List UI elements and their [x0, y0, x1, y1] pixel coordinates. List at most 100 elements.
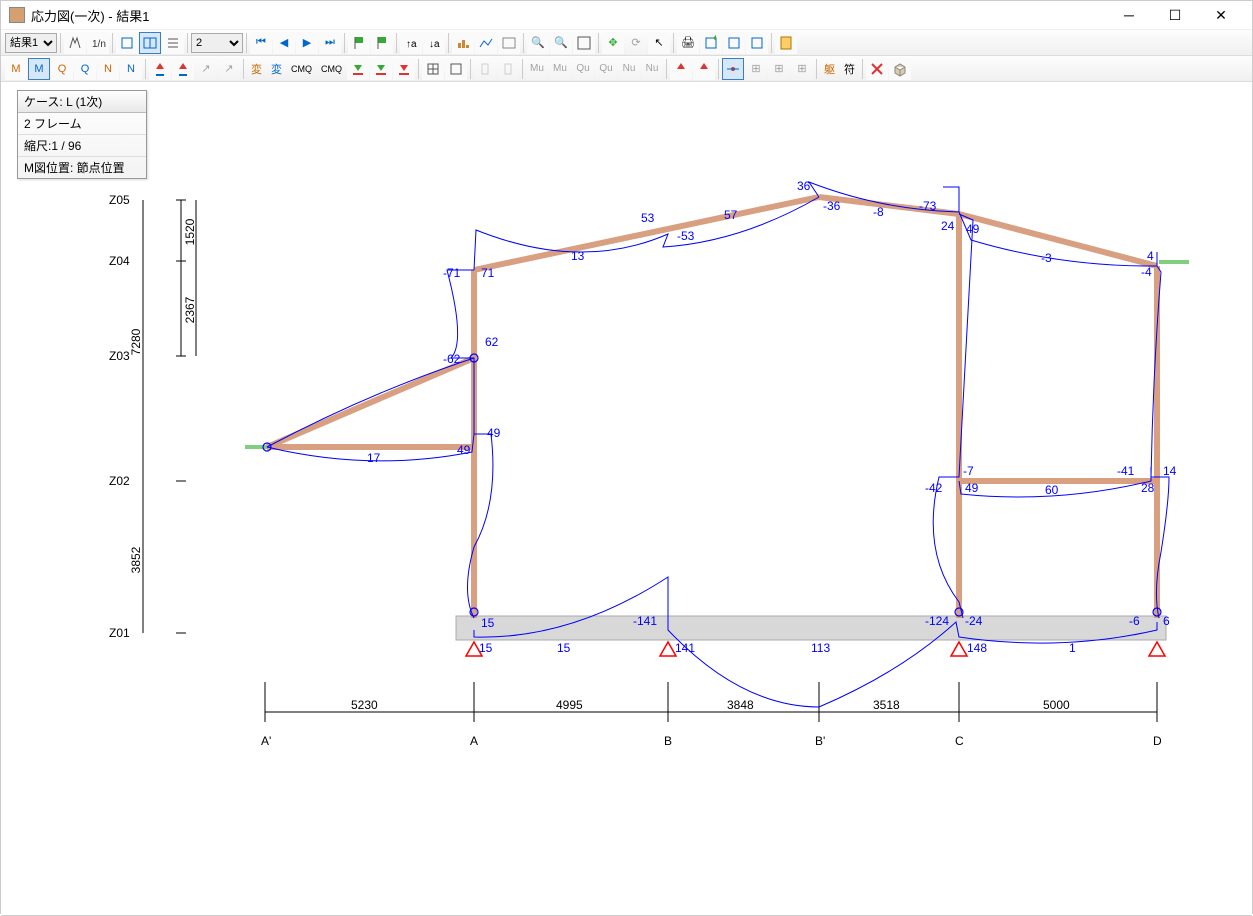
svg-text:71: 71 [481, 266, 495, 280]
btn-cmq2[interactable]: CMQ [317, 58, 346, 80]
zoom-in-icon[interactable]: 🔍 [550, 32, 572, 54]
svg-text:Z04: Z04 [109, 254, 130, 268]
misc1-icon[interactable]: ⊞ [745, 58, 767, 80]
arrow1-icon[interactable]: ↗ [195, 58, 217, 80]
tool-list-icon[interactable] [162, 32, 184, 54]
members [267, 197, 1157, 618]
load1-icon[interactable] [347, 58, 369, 80]
btn-sign[interactable]: 符 [840, 58, 859, 80]
maximize-button[interactable]: ☐ [1152, 1, 1198, 29]
flag-green2-icon[interactable] [371, 32, 393, 54]
section2-icon[interactable] [497, 58, 519, 80]
svg-text:-42: -42 [925, 481, 943, 495]
export1-icon[interactable] [700, 32, 722, 54]
svg-text:C: C [955, 734, 964, 748]
del-icon[interactable] [866, 58, 888, 80]
btn-Q1[interactable]: Q [51, 58, 73, 80]
grid1-icon[interactable] [422, 58, 444, 80]
reaction-up2-icon[interactable] [172, 58, 194, 80]
svg-text:2367: 2367 [183, 296, 197, 323]
tool-reduce-icon[interactable]: 1/n [87, 32, 109, 54]
react-red2-icon[interactable] [693, 58, 715, 80]
text-down-icon[interactable]: ↓a [423, 32, 445, 54]
pan-icon[interactable]: ✥ [602, 32, 624, 54]
svg-text:15: 15 [479, 641, 493, 655]
export3-icon[interactable] [746, 32, 768, 54]
node-toggle-icon[interactable] [722, 58, 744, 80]
react-red1-icon[interactable] [670, 58, 692, 80]
chart3-icon[interactable] [498, 32, 520, 54]
toolbar-row-2: M M Q Q N N ↗ ↗ 変 変 CMQ CMQ Mu Mu Qu Qu … [1, 56, 1252, 82]
btn-Nu1[interactable]: Nu [618, 58, 640, 80]
nav-last-icon[interactable]: ⏭ [319, 32, 341, 54]
svg-text:6: 6 [1163, 614, 1170, 628]
chart1-icon[interactable] [452, 32, 474, 54]
btn-cmq1[interactable]: CMQ [287, 58, 316, 80]
svg-text:B': B' [815, 734, 825, 748]
svg-text:-4: -4 [1141, 265, 1152, 279]
chart2-icon[interactable] [475, 32, 497, 54]
diagram-canvas[interactable]: ケース: L (1次) 2 フレーム 縮尺:1 / 96 M図位置: 節点位置 … [1, 82, 1252, 915]
reaction-up-icon[interactable] [149, 58, 171, 80]
btn-Qu2[interactable]: Qu [595, 58, 617, 80]
view-select[interactable]: 2 [191, 33, 243, 53]
svg-text:-24: -24 [965, 614, 983, 628]
svg-text:3518: 3518 [873, 698, 900, 712]
tool-box2-icon[interactable] [139, 32, 161, 54]
cube-icon[interactable] [889, 58, 911, 80]
btn-Qu1[interactable]: Qu [572, 58, 594, 80]
svg-text:-36: -36 [823, 199, 841, 213]
zoom-out-icon[interactable]: 🔍 [527, 32, 549, 54]
arrow2-icon[interactable]: ↗ [218, 58, 240, 80]
svg-text:148: 148 [967, 641, 987, 655]
svg-text:4995: 4995 [556, 698, 583, 712]
grid2-icon[interactable] [445, 58, 467, 80]
nav-first-icon[interactable]: ⏮ [250, 32, 272, 54]
btn-N2[interactable]: N [120, 58, 142, 80]
nav-prev-icon[interactable]: ◀ [273, 32, 295, 54]
flag-green1-icon[interactable] [348, 32, 370, 54]
text-up-icon[interactable]: ↑a [400, 32, 422, 54]
misc3-icon[interactable]: ⊞ [791, 58, 813, 80]
svg-text:A': A' [261, 734, 271, 748]
close-button[interactable]: ✕ [1198, 1, 1244, 29]
section-icon[interactable] [474, 58, 496, 80]
svg-text:-49: -49 [483, 426, 501, 440]
btn-deform1[interactable]: 変 [247, 58, 266, 80]
btn-M2[interactable]: M [28, 58, 50, 80]
load3-icon[interactable] [393, 58, 415, 80]
info-mpos: M図位置: 節点位置 [18, 157, 146, 178]
select-icon[interactable]: ↖ [648, 32, 670, 54]
svg-text:49: 49 [457, 443, 471, 457]
refresh-icon[interactable]: ⟳ [625, 32, 647, 54]
btn-Mu2[interactable]: Mu [549, 58, 571, 80]
misc2-icon[interactable]: ⊞ [768, 58, 790, 80]
svg-text:1: 1 [1069, 641, 1076, 655]
btn-deform2[interactable]: 変 [267, 58, 286, 80]
svg-text:Z01: Z01 [109, 626, 130, 640]
z-axis: Z05 Z04 Z03 Z02 Z01 1520 2367 7280 3852 [109, 193, 197, 640]
svg-text:-124: -124 [925, 614, 949, 628]
svg-text:-141: -141 [633, 614, 657, 628]
help-icon[interactable] [775, 32, 797, 54]
fit-icon[interactable] [573, 32, 595, 54]
btn-N1[interactable]: N [97, 58, 119, 80]
btn-body[interactable]: 躯 [820, 58, 839, 80]
print-icon[interactable]: 🖨 [677, 32, 699, 54]
btn-Nu2[interactable]: Nu [641, 58, 663, 80]
btn-M1[interactable]: M [5, 58, 27, 80]
window-title: 応力図(一次) - 結果1 [31, 6, 1106, 25]
btn-Mu1[interactable]: Mu [526, 58, 548, 80]
tool-hand-icon[interactable] [64, 32, 86, 54]
result-select[interactable]: 結果1 [5, 33, 57, 53]
svg-text:-41: -41 [1117, 464, 1135, 478]
svg-text:-8: -8 [873, 205, 884, 219]
tool-box1-icon[interactable] [116, 32, 138, 54]
btn-Q2[interactable]: Q [74, 58, 96, 80]
load2-icon[interactable] [370, 58, 392, 80]
svg-text:↓a: ↓a [429, 39, 440, 50]
x-axis: 5230 4995 3848 3518 5000 A' A B B' C D [261, 682, 1162, 748]
export2-icon[interactable] [723, 32, 745, 54]
nav-next-icon[interactable]: ▶ [296, 32, 318, 54]
minimize-button[interactable]: ─ [1106, 1, 1152, 29]
